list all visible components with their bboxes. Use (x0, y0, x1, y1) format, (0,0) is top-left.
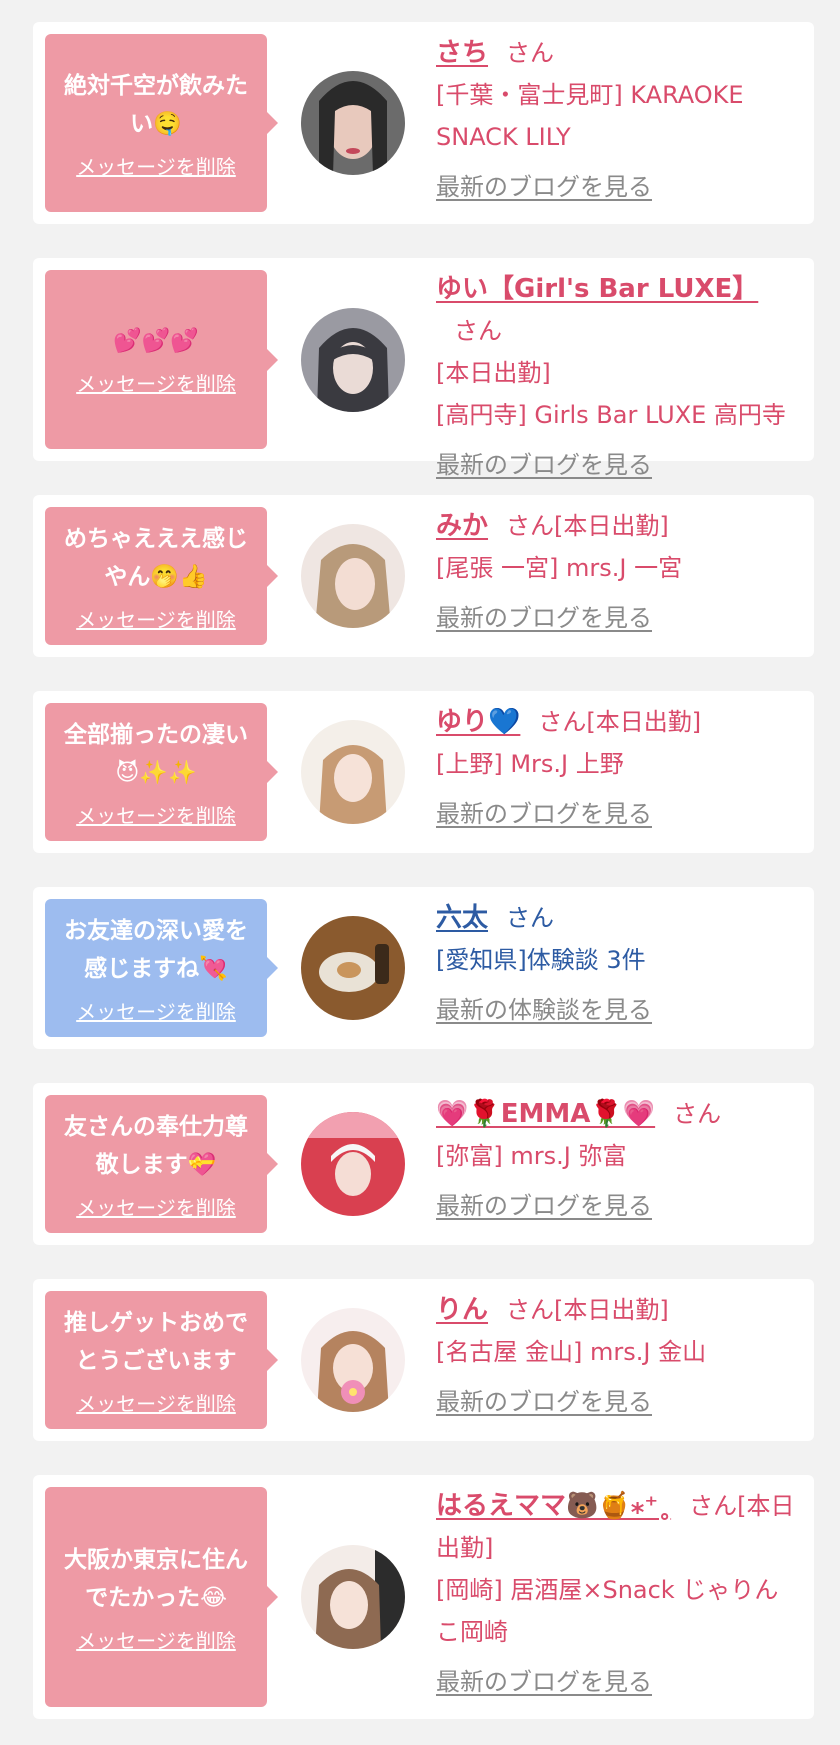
message-text: 友さんの奉仕力尊敬します💝 (64, 1113, 248, 1178)
name-suffix: さん[本日出勤] (506, 512, 669, 540)
message-bubble: 推しゲットおめでとうございます メッセージを削除 (45, 1291, 278, 1429)
user-name-link[interactable]: ゆい【Girl's Bar LUXE】 (436, 274, 758, 304)
user-info: ゆり💙 さん[本日出勤] [上野] Mrs.J 上野 最新のブログを見る (436, 701, 800, 835)
user-name-link[interactable]: さち (436, 38, 488, 68)
user-info: さち さん [千葉・富士見町] KARAOKE SNACK LILY 最新のブログ… (436, 32, 800, 208)
message-card: お友達の深い愛を感じますね💘 メッセージを削除 六太 さん [愛知県]体験談 3件… (33, 887, 814, 1049)
shop-info: [千葉・富士見町] KARAOKE SNACK LILY (436, 81, 744, 151)
latest-blog-link[interactable]: 最新のブログを見る (436, 444, 800, 486)
message-text: 絶対千空が飲みたい🤤 (64, 72, 248, 137)
message-text: 全部揃ったの凄い😈✨✨ (64, 721, 248, 786)
delete-message-link[interactable]: メッセージを削除 (76, 1388, 236, 1417)
avatar[interactable] (301, 1545, 405, 1649)
latest-blog-link[interactable]: 最新のブログを見る (436, 597, 800, 639)
delete-message-link[interactable]: メッセージを削除 (76, 1625, 236, 1654)
message-bubble: 大阪か東京に住んでたかった😂 メッセージを削除 (45, 1487, 278, 1707)
avatar[interactable] (301, 1112, 405, 1216)
message-card: 全部揃ったの凄い😈✨✨ メッセージを削除 ゆり💙 さん[本日出勤] [上野] Mr… (33, 691, 814, 853)
latest-blog-link[interactable]: 最新のブログを見る (436, 1381, 800, 1423)
latest-blog-link[interactable]: 最新のブログを見る (436, 793, 800, 835)
name-suffix: さん[本日出勤] (506, 1296, 669, 1324)
shop-info: [尾張 一宮] mrs.J 一宮 (436, 554, 683, 582)
message-bubble: 友さんの奉仕力尊敬します💝 メッセージを削除 (45, 1095, 278, 1233)
latest-blog-link[interactable]: 最新のブログを見る (436, 1185, 800, 1227)
user-name-link[interactable]: りん (436, 1295, 488, 1325)
message-text: お友達の深い愛を感じますね💘 (64, 917, 248, 982)
user-name-link[interactable]: 💗🌹EMMA🌹💗 (436, 1099, 655, 1129)
name-suffix: さん (506, 39, 555, 67)
user-name-link[interactable]: みか (436, 511, 488, 541)
name-suffix: さん[本日出勤] (538, 708, 702, 736)
delete-message-link[interactable]: メッセージを削除 (76, 604, 236, 633)
shop-info: [上野] Mrs.J 上野 (436, 750, 624, 778)
message-card: 大阪か東京に住んでたかった😂 メッセージを削除 はるえママ🐻🍯⁎⁺˳ さん[本日出… (33, 1475, 814, 1719)
user-info: ゆい【Girl's Bar LUXE】さん [本日出勤] [高円寺] Girls… (436, 268, 800, 486)
message-card: めちゃえええ感じやん🤭👍 メッセージを削除 みか さん[本日出勤] [尾張 一宮]… (33, 495, 814, 657)
name-suffix: さん (506, 904, 555, 932)
avatar[interactable] (301, 71, 405, 175)
message-bubble: めちゃえええ感じやん🤭👍 メッセージを削除 (45, 507, 278, 645)
message-text: 大阪か東京に住んでたかった😂 (64, 1546, 248, 1611)
message-bubble: 絶対千空が飲みたい🤤 メッセージを削除 (45, 34, 278, 212)
message-bubble: お友達の深い愛を感じますね💘 メッセージを削除 (45, 899, 278, 1037)
user-name-link[interactable]: はるえママ🐻🍯⁎⁺˳ (436, 1491, 671, 1521)
message-card: 💕💕💕 メッセージを削除 ゆい【Girl's Bar LUXE】さん [本日出勤… (33, 258, 814, 479)
user-info: みか さん[本日出勤] [尾張 一宮] mrs.J 一宮 最新のブログを見る (436, 505, 800, 639)
latest-blog-link[interactable]: 最新のブログを見る (436, 1661, 800, 1703)
latest-review-link[interactable]: 最新の体験談を見る (436, 989, 800, 1031)
message-card: 友さんの奉仕力尊敬します💝 メッセージを削除 💗🌹EMMA🌹💗 さん [弥富] m… (33, 1083, 814, 1245)
user-info: 💗🌹EMMA🌹💗 さん [弥富] mrs.J 弥富 最新のブログを見る (436, 1093, 800, 1227)
status-info: [本日出勤] (436, 359, 551, 387)
message-card: 絶対千空が飲みたい🤤 メッセージを削除 さち さん [千葉・富士見町] KARAO… (33, 22, 814, 224)
avatar[interactable] (301, 307, 405, 412)
avatar[interactable] (301, 1308, 405, 1412)
delete-message-link[interactable]: メッセージを削除 (76, 1192, 236, 1221)
message-bubble: 全部揃ったの凄い😈✨✨ メッセージを削除 (45, 703, 278, 841)
avatar[interactable] (301, 916, 405, 1020)
delete-message-link[interactable]: メッセージを削除 (76, 996, 236, 1025)
user-info: りん さん[本日出勤] [名古屋 金山] mrs.J 金山 最新のブログを見る (436, 1289, 800, 1423)
shop-info: [岡崎] 居酒屋×Snack じゃりんこ岡崎 (436, 1576, 779, 1646)
name-suffix: さん (454, 317, 502, 345)
message-list: 絶対千空が飲みたい🤤 メッセージを削除 さち さん [千葉・富士見町] KARAO… (0, 0, 840, 1745)
latest-blog-link[interactable]: 最新のブログを見る (436, 166, 800, 208)
shop-info: [高円寺] Girls Bar LUXE 高円寺 (436, 401, 786, 429)
message-card: 推しゲットおめでとうございます メッセージを削除 りん さん[本日出勤] [名古屋… (33, 1279, 814, 1441)
delete-message-link[interactable]: メッセージを削除 (76, 151, 236, 180)
message-text: 推しゲットおめでとうございます (64, 1309, 248, 1374)
delete-message-link[interactable]: メッセージを削除 (76, 368, 236, 397)
user-info: 六太 さん [愛知県]体験談 3件 最新の体験談を見る (436, 897, 800, 1031)
shop-info: [弥富] mrs.J 弥富 (436, 1142, 627, 1170)
user-name-link[interactable]: ゆり💙 (436, 707, 520, 737)
avatar[interactable] (301, 524, 405, 628)
shop-info: [名古屋 金山] mrs.J 金山 (436, 1338, 707, 1366)
avatar[interactable] (301, 720, 405, 824)
message-text: めちゃえええ感じやん🤭👍 (64, 525, 248, 590)
name-suffix: さん (673, 1100, 722, 1128)
review-info: [愛知県]体験談 3件 (436, 946, 646, 974)
delete-message-link[interactable]: メッセージを削除 (76, 800, 236, 829)
message-text: 💕💕💕 (113, 328, 199, 354)
user-name-link[interactable]: 六太 (436, 903, 488, 933)
user-info: はるえママ🐻🍯⁎⁺˳ さん[本日出勤] [岡崎] 居酒屋×Snack じゃりんこ岡… (436, 1485, 800, 1703)
message-bubble: 💕💕💕 メッセージを削除 (45, 270, 278, 449)
